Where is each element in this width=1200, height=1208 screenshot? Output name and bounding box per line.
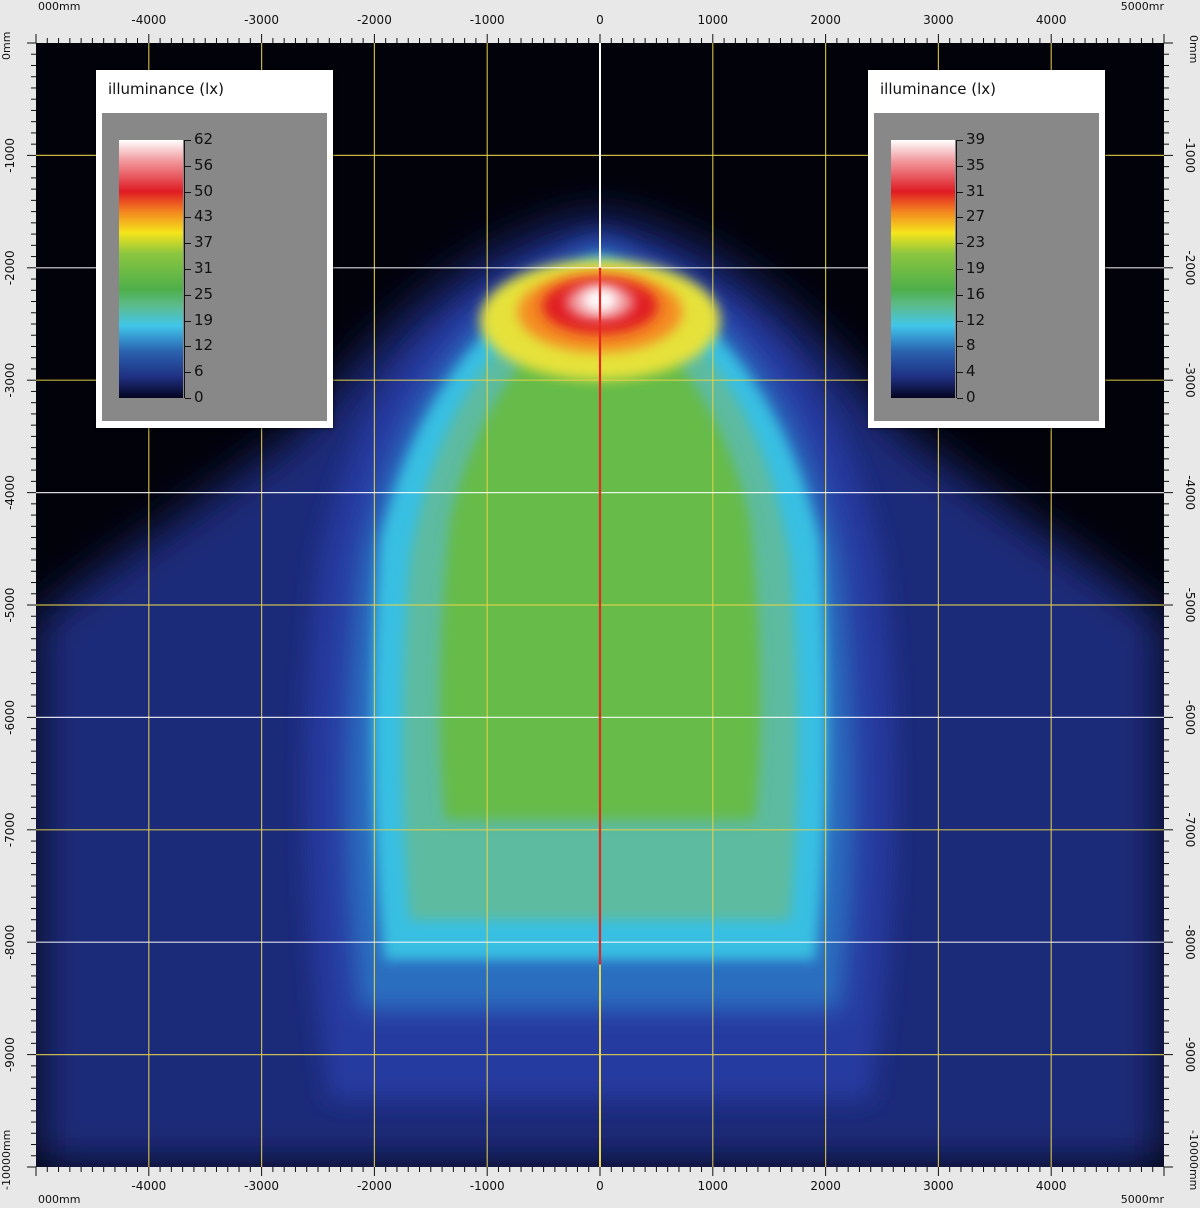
legend-tick bbox=[957, 217, 963, 219]
y-tick-label-left: -3000 bbox=[3, 363, 17, 398]
legend-tick bbox=[957, 243, 963, 245]
x-tick-label-bottom: 0 bbox=[596, 1179, 604, 1193]
legend-value: 62 bbox=[194, 130, 214, 148]
x-tick-label-top: -4000 bbox=[131, 13, 166, 27]
legend-value: 35 bbox=[966, 155, 986, 174]
legend-tick bbox=[957, 191, 963, 193]
legend-value: 27 bbox=[966, 207, 986, 226]
legend-value: 37 bbox=[194, 233, 214, 252]
legend-tick bbox=[185, 398, 191, 399]
legend-value: 25 bbox=[194, 284, 214, 303]
x-tick-label-top: 2000 bbox=[810, 13, 841, 27]
x-tick-label-top: 3000 bbox=[923, 13, 954, 27]
x-tick-label-top: -1000 bbox=[470, 13, 505, 27]
x-tick-label-top: -2000 bbox=[357, 13, 392, 27]
y-tick-label-right: -2000 bbox=[1183, 250, 1197, 285]
legend-value: 0 bbox=[194, 388, 204, 406]
legend-tick bbox=[957, 398, 963, 399]
legend-value: 23 bbox=[966, 233, 986, 252]
legend-right-colorbar bbox=[891, 140, 955, 398]
y-tick-label-left: -1000 bbox=[3, 138, 17, 173]
legend-value: 12 bbox=[194, 336, 214, 355]
legend-value: 8 bbox=[966, 336, 976, 355]
legend-tick bbox=[185, 372, 191, 374]
y-tick-label-right: -5000 bbox=[1183, 588, 1197, 623]
corner-label-top-left: 000mm bbox=[38, 0, 80, 13]
legend-right: illuminance (lx) 39 35 31 27 23 19 16 12 8 4 0 bbox=[868, 70, 1105, 428]
legend-value: 16 bbox=[966, 284, 986, 303]
legend-value: 39 bbox=[966, 130, 986, 148]
x-tick-label-bottom: 1000 bbox=[698, 1179, 729, 1193]
legend-tick bbox=[957, 372, 963, 374]
corner-label-bottom-right: 5000mr bbox=[1121, 1193, 1165, 1206]
legend-right-title: illuminance (lx) bbox=[880, 80, 996, 98]
corner-label-left-bottom: -10000mm bbox=[0, 1130, 13, 1190]
legend-left-colorbar bbox=[119, 140, 183, 398]
y-tick-label-right: -3000 bbox=[1183, 363, 1197, 398]
legend-tick bbox=[957, 294, 963, 296]
legend-value: 31 bbox=[966, 181, 986, 200]
y-tick-label-right: -4000 bbox=[1183, 475, 1197, 510]
legend-value: 19 bbox=[194, 310, 214, 329]
legend-tick bbox=[957, 140, 963, 141]
x-tick-label-bottom: 4000 bbox=[1036, 1179, 1067, 1193]
legend-value: 31 bbox=[194, 259, 214, 277]
y-tick-label-right: -7000 bbox=[1183, 812, 1197, 847]
legend-tick bbox=[185, 140, 191, 141]
x-tick-label-top: -3000 bbox=[244, 13, 279, 27]
legend-tick bbox=[957, 346, 963, 348]
x-tick-label-top: 0 bbox=[596, 13, 604, 27]
x-tick-label-bottom: -4000 bbox=[131, 1179, 166, 1193]
legend-value: 56 bbox=[194, 155, 214, 174]
x-tick-label-bottom: -1000 bbox=[470, 1179, 505, 1193]
y-tick-label-left: -6000 bbox=[3, 700, 17, 735]
y-tick-label-right: -6000 bbox=[1183, 700, 1197, 735]
y-tick-label-right: -9000 bbox=[1183, 1037, 1197, 1072]
y-tick-label-left: -2000 bbox=[3, 250, 17, 285]
x-tick-label-top: 1000 bbox=[698, 13, 729, 27]
x-tick-label-bottom: 2000 bbox=[810, 1179, 841, 1193]
y-tick-label-left: -7000 bbox=[3, 812, 17, 847]
legend-left: illuminance (lx) 62 56 50 43 37 31 25 19 12 6 0 bbox=[96, 70, 333, 428]
legend-value: 50 bbox=[194, 181, 214, 200]
legend-right-body: 39 35 31 27 23 19 16 12 8 4 0 bbox=[874, 113, 1099, 421]
legend-tick bbox=[185, 346, 191, 348]
corner-label-right-bottom: -10000mm bbox=[1187, 1130, 1200, 1190]
legend-tick bbox=[185, 165, 191, 167]
legend-value: 0 bbox=[966, 388, 976, 406]
legend-tick bbox=[957, 165, 963, 167]
legend-tick bbox=[957, 269, 963, 270]
legend-tick bbox=[185, 320, 191, 322]
y-tick-label-left: -9000 bbox=[3, 1037, 17, 1072]
legend-tick bbox=[185, 191, 191, 193]
legend-tick bbox=[185, 217, 191, 219]
legend-value: 12 bbox=[966, 310, 986, 329]
x-tick-label-bottom: -3000 bbox=[244, 1179, 279, 1193]
x-tick-label-top: 4000 bbox=[1036, 13, 1067, 27]
legend-value: 6 bbox=[194, 362, 204, 381]
corner-label-right-top: 0mm bbox=[1187, 35, 1200, 63]
corner-label-bottom-left: 000mm bbox=[38, 1193, 80, 1206]
legend-tick bbox=[185, 243, 191, 245]
legend-value: 19 bbox=[966, 259, 986, 277]
x-tick-label-bottom: -2000 bbox=[357, 1179, 392, 1193]
corner-label-top-right: 5000mr bbox=[1121, 0, 1165, 13]
y-tick-label-left: -5000 bbox=[3, 588, 17, 623]
legend-value: 43 bbox=[194, 207, 214, 226]
legend-left-body: 62 56 50 43 37 31 25 19 12 6 0 bbox=[102, 113, 327, 421]
legend-value: 4 bbox=[966, 362, 976, 381]
y-tick-label-left: -8000 bbox=[3, 925, 17, 960]
y-tick-label-right: -8000 bbox=[1183, 925, 1197, 960]
legend-left-title: illuminance (lx) bbox=[108, 80, 224, 98]
corner-label-left-top: 0mm bbox=[0, 32, 13, 60]
legend-tick bbox=[185, 269, 191, 270]
y-tick-label-right: -1000 bbox=[1183, 138, 1197, 173]
x-tick-label-bottom: 3000 bbox=[923, 1179, 954, 1193]
legend-tick bbox=[185, 294, 191, 296]
y-tick-label-left: -4000 bbox=[3, 475, 17, 510]
legend-tick bbox=[957, 320, 963, 322]
